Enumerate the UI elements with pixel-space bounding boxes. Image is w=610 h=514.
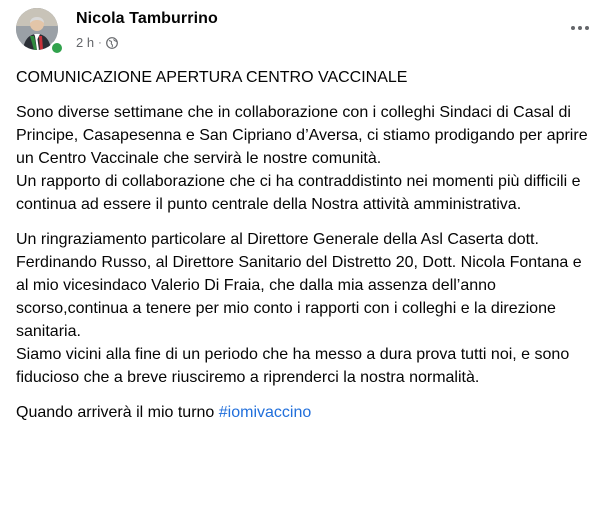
hashtag-link[interactable]: #iomivaccino (219, 404, 311, 421)
post-meta: 2 h · (76, 35, 118, 50)
post-paragraph: Un ringraziamento particolare al Diretto… (16, 231, 582, 386)
post-header: Nicola Tamburrino 2 h · (16, 6, 594, 58)
more-options-icon[interactable] (566, 18, 594, 38)
post-closing: Quando arriverà il mio turno #iomivaccin… (16, 401, 594, 424)
globe-icon[interactable] (105, 36, 118, 49)
post-headline: COMUNICAZIONE APERTURA CENTRO VACCINALE (16, 69, 408, 86)
post-body: COMUNICAZIONE APERTURA CENTRO VACCINALE … (16, 66, 594, 436)
meta-separator: · (98, 36, 102, 49)
facebook-post: Nicola Tamburrino 2 h · COMUNICAZIONE AP… (0, 0, 610, 514)
post-timestamp[interactable]: 2 h (76, 35, 94, 50)
post-paragraph: Sono diverse settimane che in collaboraz… (16, 104, 588, 213)
online-status-indicator (50, 41, 64, 55)
author-name[interactable]: Nicola Tamburrino (76, 10, 218, 28)
closing-text: Quando arriverà il mio turno (16, 404, 219, 421)
